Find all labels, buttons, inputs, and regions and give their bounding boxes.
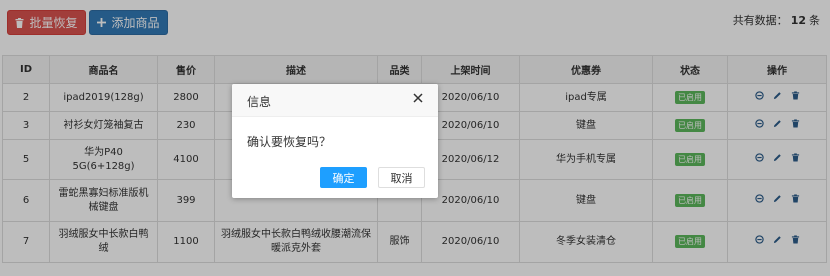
dialog-header: 信息 [232, 84, 438, 117]
confirm-button[interactable]: 确定 [320, 167, 367, 188]
confirm-dialog: 信息 确认要恢复吗？ 确定 取消 [232, 84, 438, 198]
cancel-button[interactable]: 取消 [378, 167, 425, 188]
dialog-message: 确认要恢复吗？ [247, 135, 332, 149]
dialog-title: 信息 [247, 95, 272, 109]
product-list-page: 批量恢复 添加商品 共有数据： 12 条 ID 商品名 售价 描述 品类 上架时间 … [0, 0, 830, 276]
close-icon[interactable] [411, 91, 425, 105]
